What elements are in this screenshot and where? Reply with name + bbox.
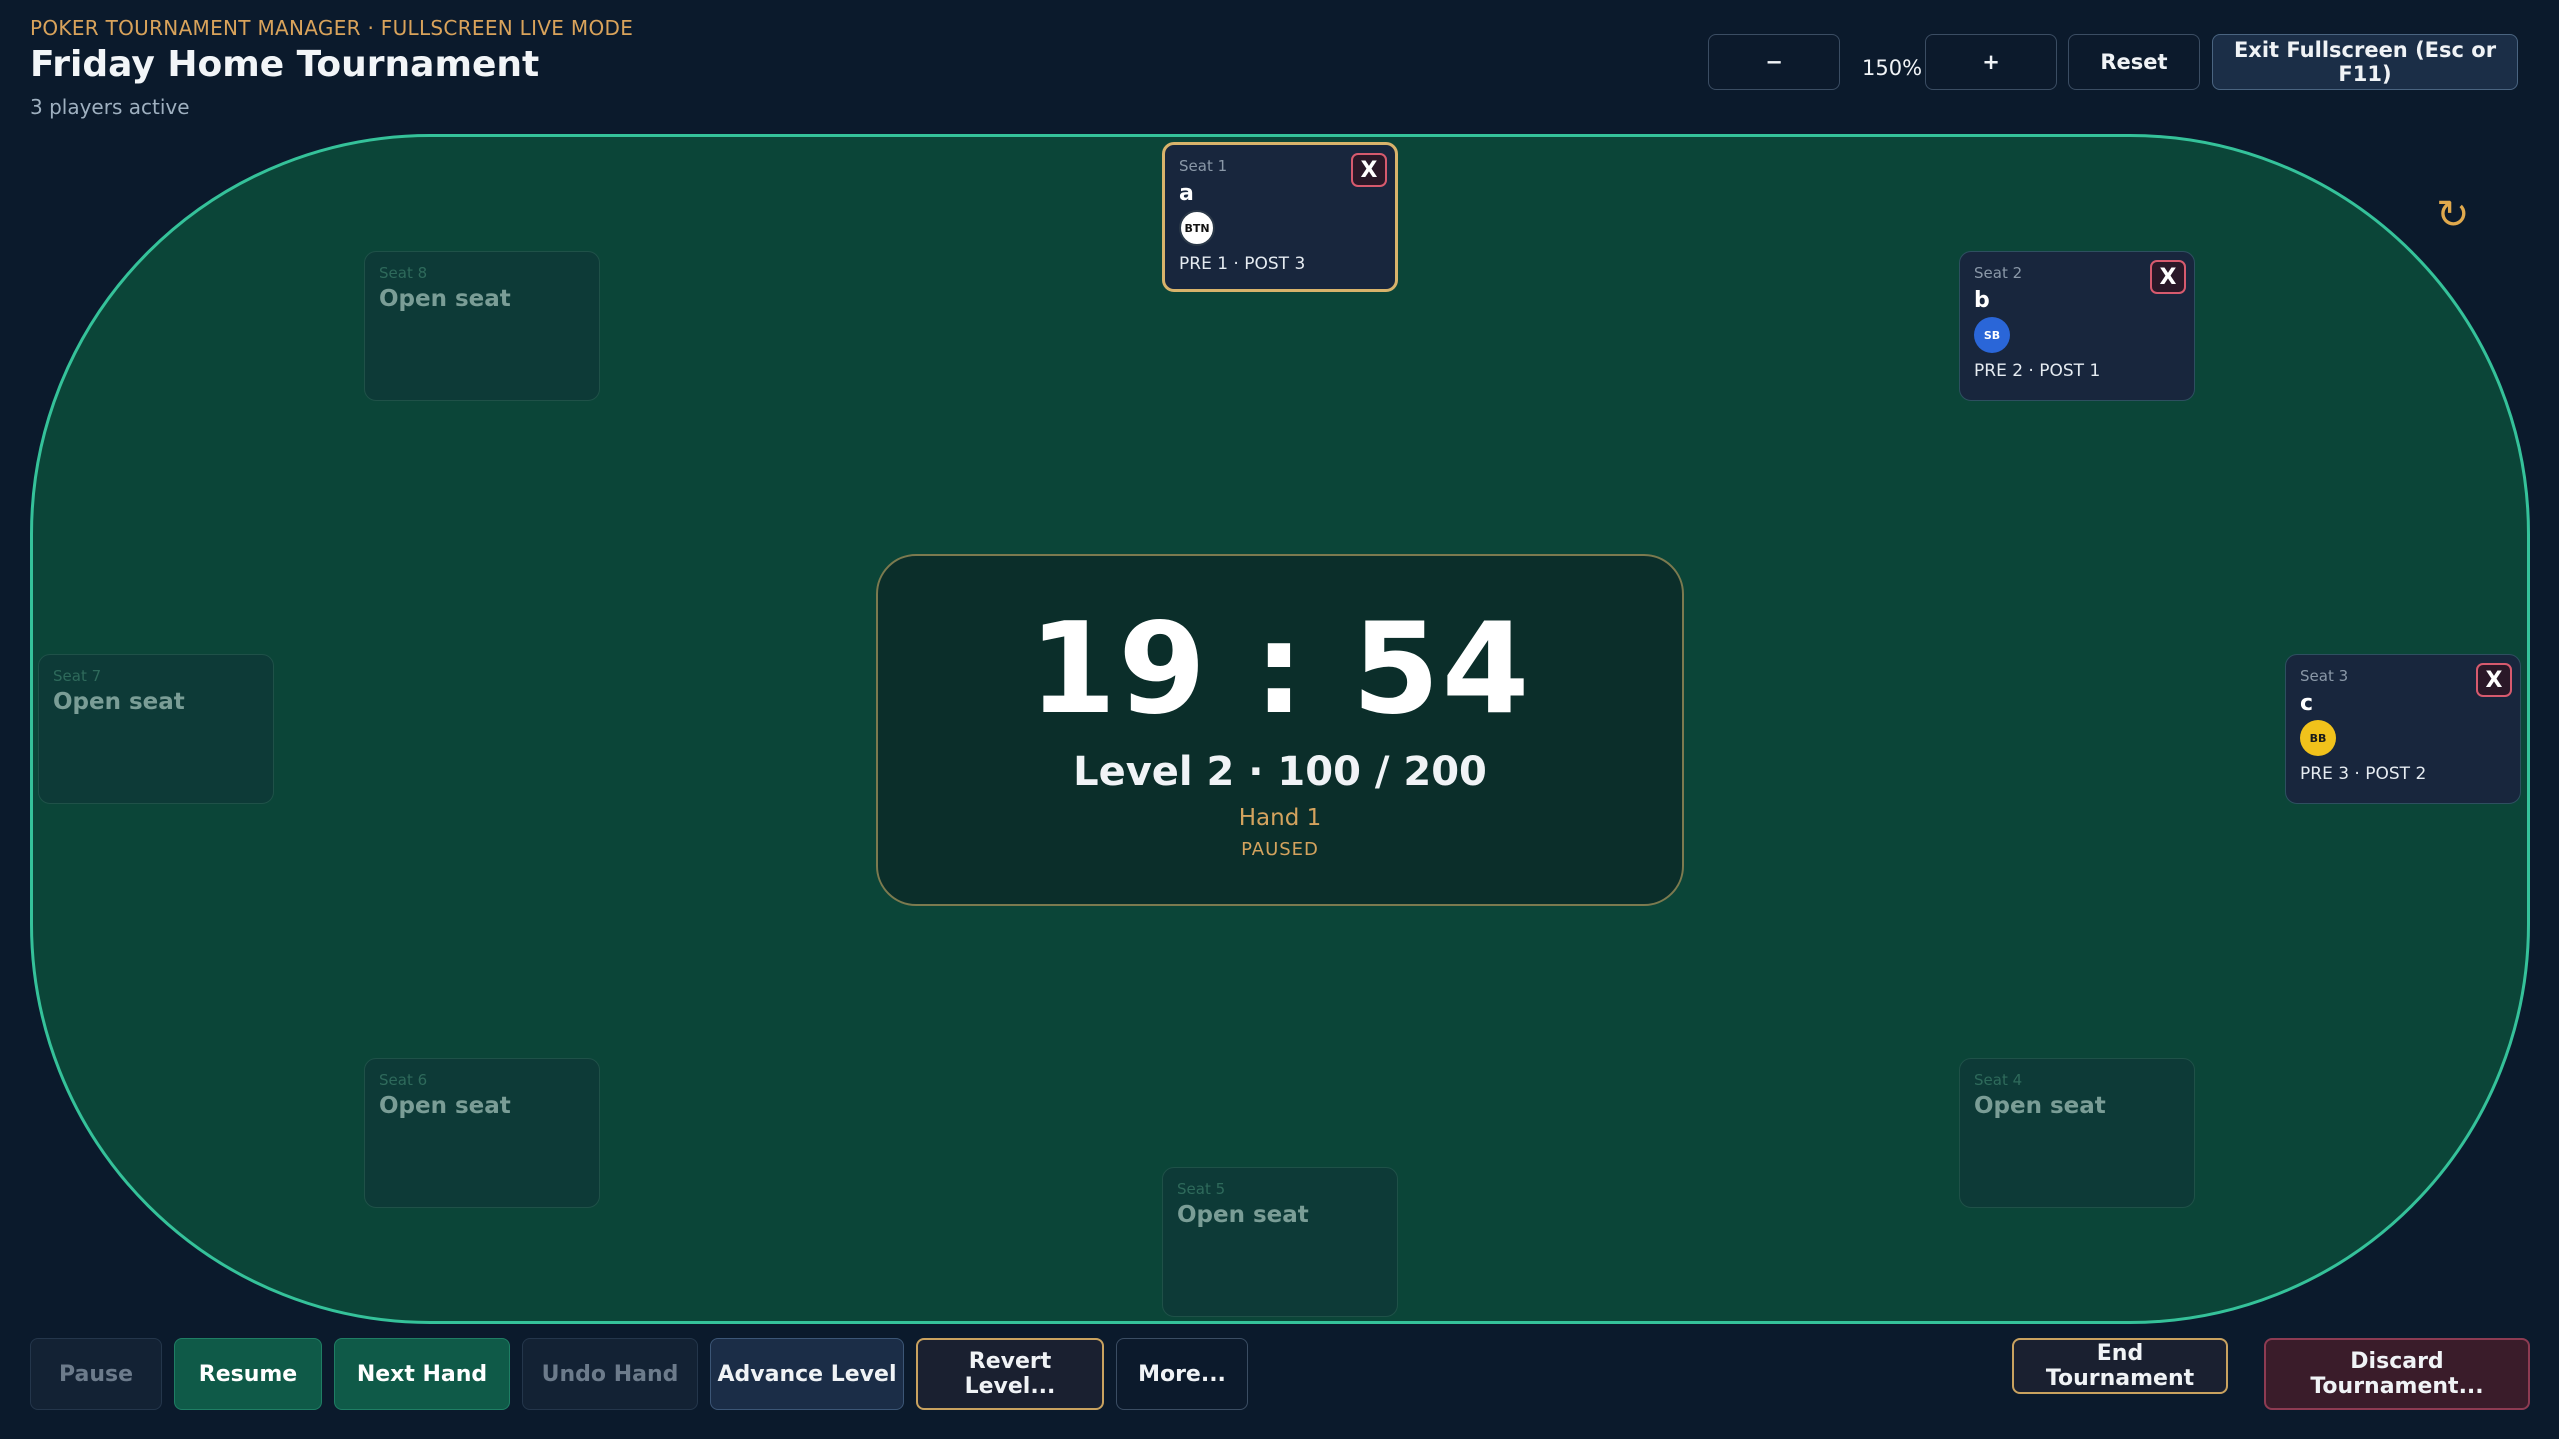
hand-number: Hand 1 <box>1238 804 1322 831</box>
remove-player-button[interactable]: X <box>2150 260 2186 294</box>
rotate-dealer-icon[interactable]: ↻ <box>2436 192 2470 238</box>
clock-status: PAUSED <box>1241 838 1319 860</box>
undo-hand-button[interactable]: Undo Hand <box>522 1338 698 1410</box>
open-seat-text: Open seat <box>1177 1202 1309 1228</box>
more-button[interactable]: More... <box>1116 1338 1248 1410</box>
open-seat-text: Open seat <box>379 1093 511 1119</box>
page-title: Friday Home Tournament <box>30 44 540 85</box>
seat-stats: PRE 1 · POST 3 <box>1179 254 1306 274</box>
player-name: a <box>1179 181 1194 206</box>
revert-level-button[interactable]: Revert Level... <box>916 1338 1104 1410</box>
seat-label: Seat 4 <box>1974 1071 2023 1089</box>
player-name: c <box>2300 691 2314 716</box>
remove-player-button[interactable]: X <box>1351 153 1387 187</box>
seat-5[interactable]: Seat 5 Open seat <box>1162 1167 1398 1317</box>
big-blind-chip: BB <box>2300 720 2336 756</box>
seat-label: Seat 6 <box>379 1071 428 1089</box>
advance-level-button[interactable]: Advance Level <box>710 1338 904 1410</box>
app-kicker: POKER TOURNAMENT MANAGER · FULLSCREEN LI… <box>30 16 634 40</box>
clock-time: 19 : 54 <box>1028 595 1532 742</box>
pause-button[interactable]: Pause <box>30 1338 162 1410</box>
player-name: b <box>1974 288 1990 313</box>
discard-tournament-button[interactable]: Discard Tournament... <box>2264 1338 2530 1410</box>
seat-label: Seat 5 <box>1177 1180 1226 1198</box>
seat-2[interactable]: Seat 2 b SB PRE 2 · POST 1 X <box>1959 251 2195 401</box>
seat-6[interactable]: Seat 6 Open seat <box>364 1058 600 1208</box>
open-seat-text: Open seat <box>53 689 185 715</box>
reset-zoom-button[interactable]: Reset <box>2068 34 2200 90</box>
end-tournament-button[interactable]: End Tournament <box>2012 1338 2228 1394</box>
resume-button[interactable]: Resume <box>174 1338 322 1410</box>
dealer-button-chip: BTN <box>1179 210 1215 246</box>
seat-stats: PRE 2 · POST 1 <box>1974 361 2101 381</box>
next-hand-button[interactable]: Next Hand <box>334 1338 510 1410</box>
open-seat-text: Open seat <box>379 286 511 312</box>
seat-3[interactable]: Seat 3 c BB PRE 3 · POST 2 X <box>2285 654 2521 804</box>
players-active-count: 3 players active <box>30 95 190 119</box>
blind-level: Level 2 · 100 / 200 <box>1073 748 1487 795</box>
zoom-out-button[interactable]: − <box>1708 34 1840 90</box>
seat-4[interactable]: Seat 4 Open seat <box>1959 1058 2195 1208</box>
seat-1[interactable]: Seat 1 a BTN PRE 1 · POST 3 X <box>1162 142 1398 292</box>
seat-label: Seat 8 <box>379 264 428 282</box>
open-seat-text: Open seat <box>1974 1093 2106 1119</box>
seat-stats: PRE 3 · POST 2 <box>2300 764 2427 784</box>
zoom-in-button[interactable]: + <box>1925 34 2057 90</box>
exit-fullscreen-button[interactable]: Exit Fullscreen (Esc or F11) <box>2212 34 2518 90</box>
small-blind-chip: SB <box>1974 317 2010 353</box>
seat-8[interactable]: Seat 8 Open seat <box>364 251 600 401</box>
zoom-level: 150% <box>1862 56 1923 80</box>
seat-label: Seat 7 <box>53 667 102 685</box>
seat-7[interactable]: Seat 7 Open seat <box>38 654 274 804</box>
tournament-clock: 19 : 54 Level 2 · 100 / 200 Hand 1 PAUSE… <box>876 554 1684 906</box>
remove-player-button[interactable]: X <box>2476 663 2512 697</box>
